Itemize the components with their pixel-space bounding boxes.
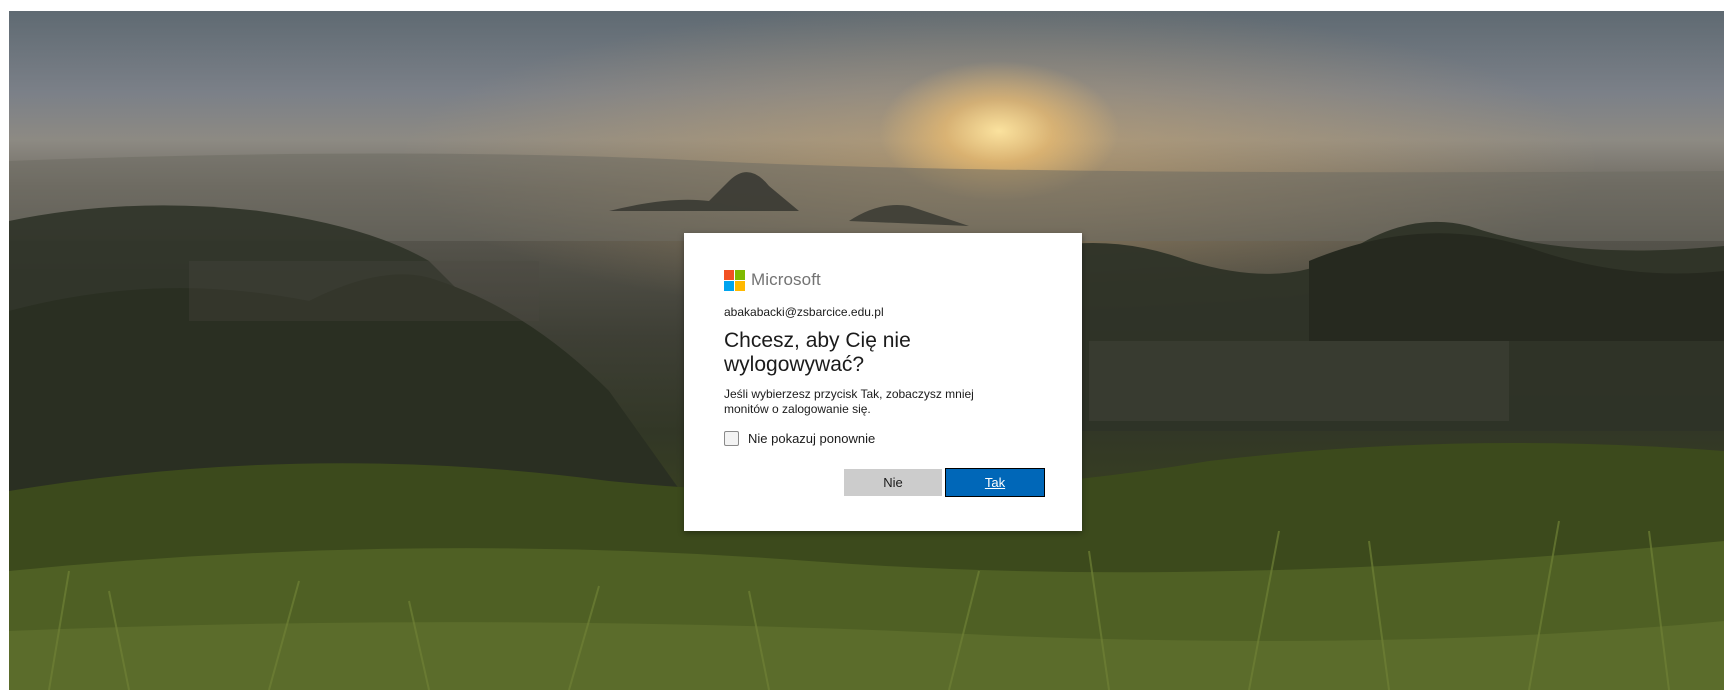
dont-show-again-label[interactable]: Nie pokazuj ponownie (748, 431, 875, 446)
dialog-title: Chcesz, aby Cię nie wylogowywać? (724, 329, 911, 376)
logo-square-yellow (735, 280, 745, 291)
brand-header: Microsoft (724, 269, 1042, 291)
background-landscape: Microsoft abakabacki@zsbarcice.edu.pl Ch… (9, 11, 1724, 690)
dont-show-again-checkbox[interactable] (724, 431, 739, 446)
brand-name: Microsoft (751, 270, 821, 289)
stay-signed-in-dialog: Microsoft abakabacki@zsbarcice.edu.pl Ch… (684, 233, 1082, 531)
logo-square-green (735, 269, 745, 280)
dialog-description: Jeśli wybierzesz przycisk Tak, zobaczysz… (724, 387, 974, 416)
microsoft-logo-icon (724, 269, 745, 291)
logo-square-red (724, 269, 734, 280)
dont-show-again-option[interactable]: Nie pokazuj ponownie (724, 431, 1042, 446)
no-button[interactable]: Nie (844, 469, 942, 496)
account-email: abakabacki@zsbarcice.edu.pl (724, 305, 884, 319)
button-row: Nie Tak (844, 468, 1045, 497)
yes-button[interactable]: Tak (945, 468, 1045, 497)
logo-square-blue (724, 280, 734, 291)
